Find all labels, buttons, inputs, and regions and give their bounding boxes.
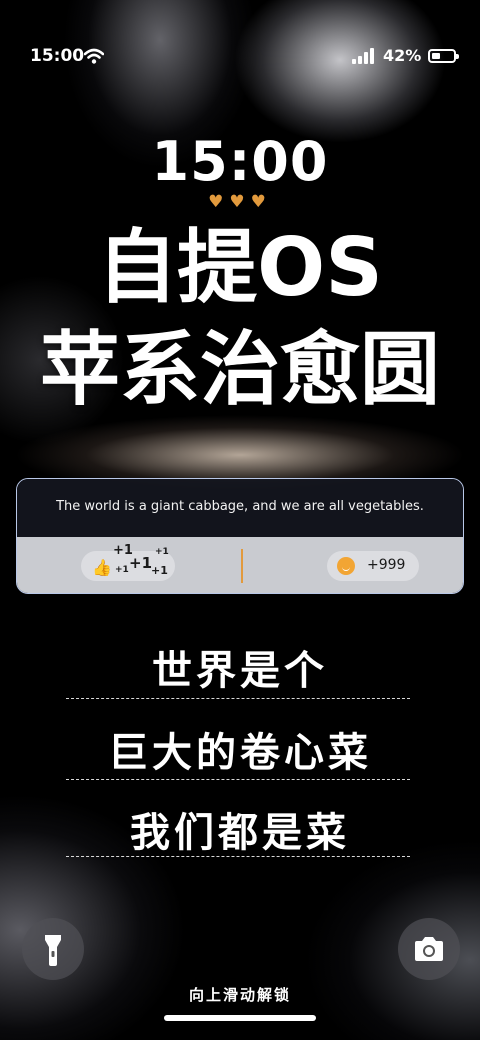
comment-icon [337,557,355,575]
title-line-1: 自提OS [97,221,383,314]
plus-one-label: +1 [115,565,129,575]
quote-text: The world is a giant cabbage, and we are… [56,499,424,514]
like-button[interactable]: 👍 +1 +1 +1 +1 +1 [81,543,175,581]
home-indicator[interactable] [164,1015,316,1021]
action-divider [241,549,243,583]
wifi-icon [84,48,104,64]
battery-nub [456,54,459,59]
dashed-divider [66,856,410,857]
plus-one-label: +1 [155,547,169,557]
thumbs-up-icon: 👍 [92,558,112,577]
camera-icon [415,937,443,961]
camera-button[interactable] [398,918,460,980]
swipe-up-hint: 向上滑动解锁 [188,986,291,1004]
plus-one-label: +1 [151,564,168,577]
plus-one-label: +1 [129,554,153,572]
lyric-line-3: 我们都是菜 [130,810,350,856]
hearts-decoration: ♥♥♥ [208,192,272,212]
flashlight-button[interactable] [22,918,84,980]
status-bar: 15:00 42% [0,44,480,70]
lyric-line-1: 世界是个 [152,648,328,694]
lock-clock: 15:00 [151,130,329,193]
quote-widget[interactable]: The world is a giant cabbage, and we are… [16,478,464,594]
dashed-divider [66,779,410,780]
status-time: 15:00 [30,46,85,66]
title-line-2: 苹系治愈圆 [40,323,440,416]
quote-widget-header: The world is a giant cabbage, and we are… [17,479,463,537]
lock-screen: 15:00 42% 15:00 ♥♥♥ 自提OS 苹系治愈圆 The world… [0,0,480,1040]
comment-button[interactable]: +999 [327,551,419,581]
comment-count: +999 [367,557,406,573]
lyric-line-2: 巨大的卷心菜 [108,730,372,776]
battery-icon [428,49,459,63]
battery-percent: 42% [383,46,422,65]
quote-widget-actions: 👍 +1 +1 +1 +1 +1 +999 [17,537,463,593]
battery-level-fill [432,53,440,59]
dashed-divider [66,698,410,699]
flashlight-icon [45,935,61,966]
cellular-signal-icon [352,48,374,64]
